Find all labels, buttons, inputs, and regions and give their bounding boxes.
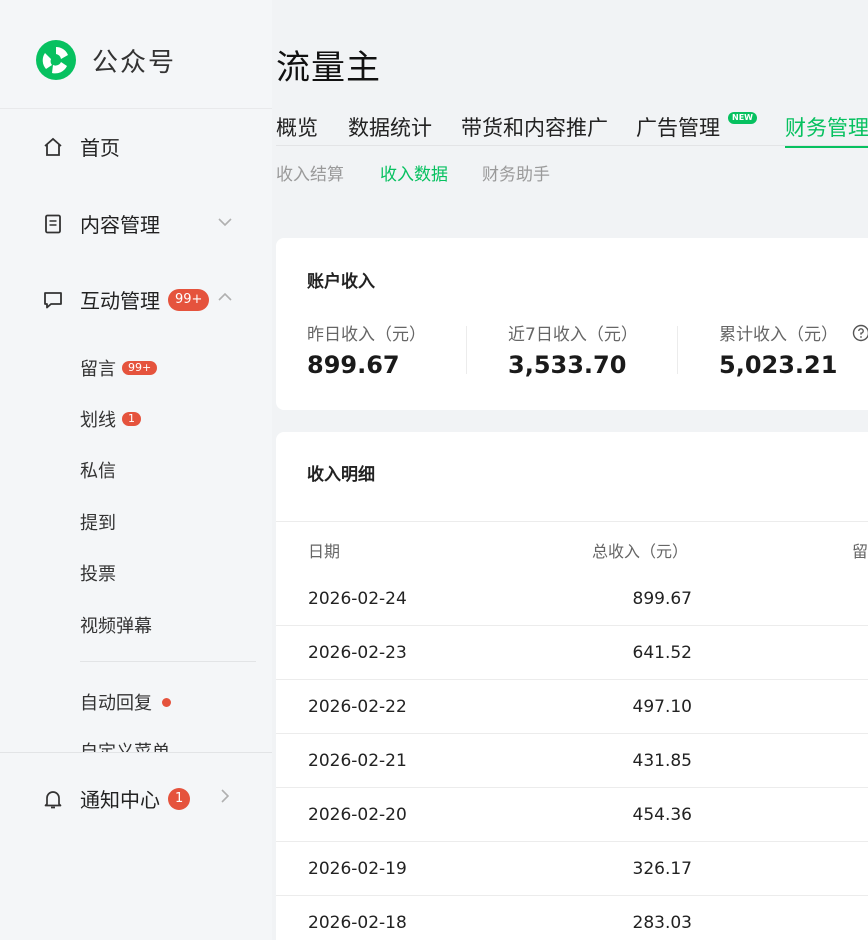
table-row: 2026-02-21 431.85 [276,734,868,788]
chevron-up-icon[interactable] [215,287,235,307]
stat-label: 近7日收入（元） [508,325,638,345]
income-table-body: 2026-02-24 899.67 2026-02-23 641.52 2026… [276,572,868,940]
divider [0,752,272,753]
sidebar-subitem-video-danmaku[interactable]: 视频弹幕 [80,612,152,638]
column-header-date: 日期 [308,542,341,561]
table-row: 2026-02-19 326.17 [276,842,868,896]
tab-statistics[interactable]: 数据统计 [348,112,432,142]
tab-finance[interactable]: 财务管理 [785,112,868,142]
card-title: 账户收入 [307,272,375,292]
count-badge: 99+ [168,288,210,311]
document-icon [42,213,64,235]
cell-date: 2026-02-22 [308,697,407,717]
divider [276,145,868,146]
divider [466,326,467,374]
new-badge: NEW [728,112,757,124]
subtab-settlement[interactable]: 收入结算 [276,160,344,185]
tab-overview[interactable]: 概览 [276,112,318,142]
stat-7days: 近7日收入（元） 3,533.70 [508,320,638,379]
count-badge: 1 [122,412,141,426]
account-income-card: 账户收入 昨日收入（元） 899.67 近7日收入（元） 3,533.70 累计… [276,238,868,410]
cell-total: 454.36 [632,805,692,825]
sidebar-item-label: 互动管理 [80,289,160,313]
sidebar-subitem-auto-reply[interactable]: 自动回复 [80,689,171,715]
cell-date: 2026-02-21 [308,751,407,771]
sidebar-subitem-label: 视频弹幕 [80,616,152,637]
stat-value: 5,023.21 [719,351,838,379]
stat-value: 899.67 [307,351,400,379]
stat-yesterday: 昨日收入（元） 899.67 [307,320,426,379]
sidebar-item-label: 首页 [80,136,120,160]
cell-date: 2026-02-20 [308,805,407,825]
table-row: 2026-02-20 454.36 [276,788,868,842]
cell-total: 641.52 [632,643,692,663]
sidebar-item-content[interactable]: 内容管理 [42,209,160,238]
stat-label: 累计收入（元） [719,325,838,345]
divider [276,521,868,522]
brand-name: 公众号 [92,47,177,78]
sidebar-subitem-messages[interactable]: 私信 [80,457,116,483]
cell-total: 431.85 [632,751,692,771]
sidebar-item-home[interactable]: 首页 [42,132,120,161]
page-title: 流量主 [276,48,381,88]
stat-value: 3,533.70 [508,351,627,379]
cell-total: 497.10 [632,697,692,717]
chevron-right-icon[interactable] [215,786,235,806]
divider [677,326,678,374]
table-row: 2026-02-18 283.03 [276,896,868,940]
sidebar-subitem-label: 提到 [80,513,116,534]
sidebar-subitem-custom-menu[interactable]: 自定义菜单 [80,738,170,752]
sidebar-item-notifications[interactable]: 通知中心 1 [42,784,191,813]
main-tabs: 概览 数据统计 带货和内容推广 广告管理 NEW 财务管理 [276,108,868,148]
notification-dot [162,697,171,707]
divider [0,108,272,109]
chevron-down-icon[interactable] [215,212,235,232]
sidebar-subitem-label: 划线 [80,410,116,431]
count-badge: 99+ [122,361,158,375]
cell-date: 2026-02-19 [308,859,407,879]
help-icon[interactable] [852,324,868,342]
sidebar-subitem-label: 自定义菜单 [80,742,170,752]
card-title: 收入明细 [307,465,375,485]
table-row: 2026-02-23 641.52 [276,626,868,680]
cell-date: 2026-02-18 [308,913,407,933]
sidebar-subitem-label: 自动回复 [80,693,152,714]
sidebar-subitem-votes[interactable]: 投票 [80,560,116,586]
column-header-comments: 留 [852,542,868,561]
subtab-income-data[interactable]: 收入数据 [380,160,448,185]
sidebar-subitem-label: 留言 [80,359,116,380]
stat-label: 昨日收入（元） [307,325,426,345]
subtab-finance-assistant[interactable]: 财务助手 [482,160,550,185]
cell-total: 283.03 [632,913,692,933]
wechat-mp-logo-icon [36,40,76,80]
sidebar-subitem-label: 投票 [80,564,116,585]
cell-total: 899.67 [632,589,692,609]
stat-total: 累计收入（元） 5,023.21 [719,320,868,379]
sidebar-subitem-mentions[interactable]: 提到 [80,509,116,535]
sidebar-subitem-label: 私信 [80,461,116,482]
bell-icon [42,788,64,810]
income-detail-card: 收入明细 日期 总收入（元） 留 2026-02-24 899.67 2026-… [276,432,868,940]
sidebar-item-interaction[interactable]: 互动管理 99+ [42,285,210,314]
cell-total: 326.17 [632,859,692,879]
sidebar-subitem-highlights[interactable]: 划线 1 [80,406,141,432]
brand[interactable]: 公众号 [34,38,176,82]
table-row: 2026-02-24 899.67 [276,572,868,626]
sidebar-item-label: 通知中心 [80,788,160,812]
sidebar-item-label: 内容管理 [80,213,160,237]
table-row: 2026-02-22 497.10 [276,680,868,734]
count-badge: 1 [168,787,191,810]
sidebar: 公众号 首页 内容管理 互动管理 99+ 留言 99+ 划线 1 私信 提到 投… [0,0,272,940]
divider [80,661,256,662]
tab-promotion[interactable]: 带货和内容推广 [461,112,608,142]
cell-date: 2026-02-23 [308,643,407,663]
tab-ads[interactable]: 广告管理 [636,112,720,142]
column-header-total: 总收入（元） [592,542,689,561]
home-icon [42,136,64,158]
message-icon [42,289,64,311]
sidebar-subitem-comments[interactable]: 留言 99+ [80,355,158,381]
cell-date: 2026-02-24 [308,589,407,609]
stat-label-row: 累计收入（元） [719,320,868,345]
